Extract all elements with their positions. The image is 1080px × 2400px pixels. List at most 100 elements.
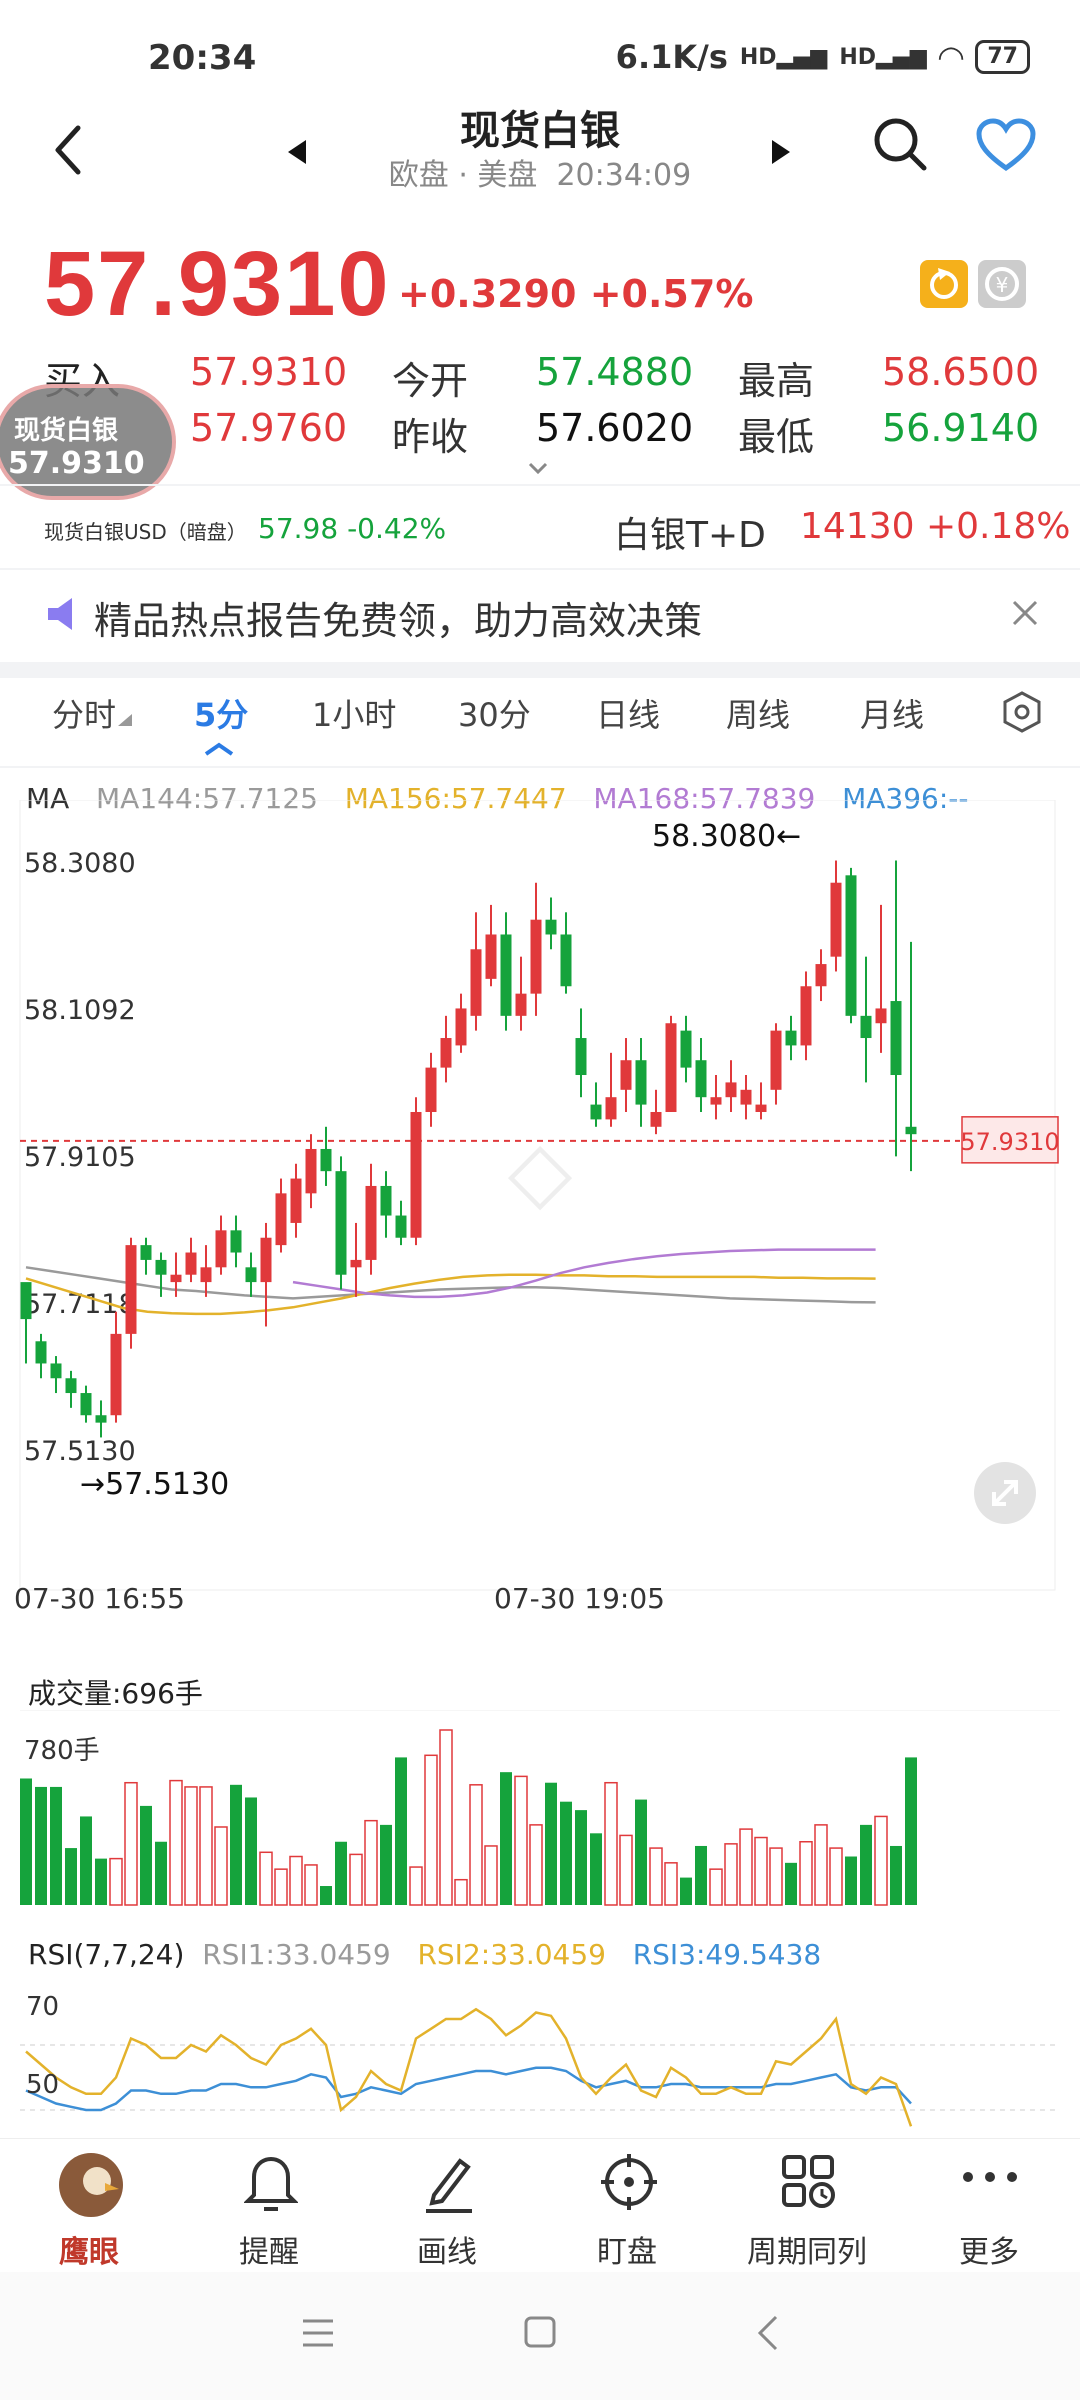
td-value: 14130 bbox=[800, 506, 915, 547]
volume-bar bbox=[124, 1781, 138, 1906]
volume-bar bbox=[140, 1805, 152, 1905]
candle-body bbox=[515, 993, 527, 1016]
volume-bar bbox=[454, 1878, 468, 1906]
ma-line-ma156 bbox=[25, 1273, 876, 1316]
td-label: 白银T+D bbox=[614, 515, 766, 556]
tab-30min[interactable]: 30分 bbox=[458, 690, 531, 736]
candle-body bbox=[470, 949, 482, 1016]
rsi-legend: RSI(7,7,24) RSI1:33.0459 RSI2:33.0459 RS… bbox=[28, 1938, 821, 1971]
rsi2-label: RSI2:33.0459 bbox=[417, 1938, 606, 1971]
y-tick-label: 58.1092 bbox=[24, 995, 136, 1026]
rsi-line-rsi2 bbox=[25, 2007, 913, 2127]
candle-body bbox=[845, 875, 857, 1016]
min-price-label: →57.5130 bbox=[80, 1467, 229, 1502]
nav-label: 更多 bbox=[959, 2235, 1019, 2270]
tab-5min[interactable]: 5分 bbox=[194, 690, 248, 736]
candlestick-chart[interactable]: ◇58.308058.109257.910557.711857.513057.9… bbox=[0, 800, 1080, 1630]
volume-bar bbox=[349, 1853, 363, 1906]
rsi3-label: RSI3:49.5438 bbox=[632, 1938, 822, 1971]
y-tick-label: 57.9105 bbox=[24, 1142, 136, 1173]
search-icon[interactable] bbox=[870, 114, 930, 174]
speaker-icon bbox=[48, 598, 72, 630]
candle-body bbox=[695, 1060, 707, 1098]
rsi-chart[interactable] bbox=[0, 1976, 1080, 2136]
volume-bar bbox=[155, 1841, 167, 1905]
change-value: +0.3290 bbox=[398, 272, 577, 316]
floating-name: 现货白银 bbox=[14, 416, 119, 446]
pen-icon bbox=[426, 2158, 472, 2213]
tab-intraday[interactable]: 分时 bbox=[52, 690, 116, 736]
fullscreen-icon[interactable] bbox=[974, 1462, 1036, 1524]
system-back-icon[interactable] bbox=[756, 2314, 780, 2352]
current-price: 57.9310 bbox=[44, 233, 391, 335]
candle-body bbox=[485, 934, 497, 979]
volume-bar bbox=[890, 1845, 902, 1905]
candle-body bbox=[860, 1015, 872, 1039]
volume-bar bbox=[289, 1855, 303, 1906]
menu-icon[interactable] bbox=[300, 2316, 336, 2350]
tab-weekly[interactable]: 周线 bbox=[726, 690, 790, 736]
volume-bar bbox=[785, 1862, 797, 1905]
tab-daily[interactable]: 日线 bbox=[596, 690, 660, 736]
promo-banner[interactable]: 精品热点报告免费领，助力高效决策 bbox=[0, 570, 1080, 662]
rsi-title: RSI(7,7,24) bbox=[28, 1938, 185, 1971]
volume-bar bbox=[199, 1786, 213, 1906]
close-icon[interactable] bbox=[1010, 598, 1040, 628]
volume-bar bbox=[245, 1797, 257, 1905]
volume-bar bbox=[80, 1816, 92, 1905]
volume-max-label: 780手 bbox=[24, 1736, 100, 1766]
candle-body bbox=[830, 882, 842, 957]
chart-settings-icon[interactable] bbox=[1000, 690, 1044, 734]
candle-body bbox=[545, 919, 557, 935]
candle-body bbox=[170, 1274, 182, 1283]
low-value: 56.9140 bbox=[882, 406, 1040, 450]
high-value: 58.6500 bbox=[882, 350, 1040, 394]
candle-body bbox=[125, 1245, 137, 1334]
tab-dropdown-icon bbox=[118, 714, 132, 726]
candle-body bbox=[35, 1341, 47, 1364]
candle-body bbox=[680, 1030, 692, 1068]
usd-dark-value: 57.98 bbox=[258, 512, 339, 545]
td-quote[interactable]: 14130 +0.18% bbox=[800, 506, 1071, 547]
volume-chart[interactable] bbox=[0, 1710, 1080, 1910]
expand-chevron-icon[interactable] bbox=[528, 462, 548, 476]
volume-bar bbox=[799, 1840, 813, 1906]
home-icon[interactable] bbox=[522, 2314, 558, 2350]
volume-bar bbox=[409, 1866, 423, 1906]
volume-bar bbox=[709, 1868, 723, 1906]
volume-bar bbox=[695, 1845, 707, 1905]
candle-body bbox=[395, 1215, 407, 1238]
floating-price-widget[interactable]: 现货白银 57.9310 bbox=[0, 384, 176, 500]
floating-price: 57.9310 bbox=[8, 446, 145, 481]
more-dots-icon bbox=[963, 2172, 1017, 2182]
volume-bar bbox=[364, 1819, 378, 1906]
open-value: 57.4880 bbox=[536, 350, 694, 394]
candle-body bbox=[410, 1111, 422, 1238]
tab-monthly[interactable]: 月线 bbox=[860, 690, 924, 736]
candle-body bbox=[815, 964, 827, 987]
volume-bar bbox=[754, 1836, 768, 1906]
candle-body bbox=[560, 934, 572, 987]
refresh-icon[interactable] bbox=[920, 260, 968, 308]
nav-label: 周期同列 bbox=[747, 2235, 867, 2270]
candle-body bbox=[245, 1267, 257, 1283]
volume-bar bbox=[484, 1845, 498, 1906]
usd-dark-pct: -0.42% bbox=[347, 512, 447, 545]
candle-body bbox=[335, 1171, 347, 1275]
grid-clock-icon bbox=[782, 2155, 835, 2208]
currency-switch-icon[interactable]: ¥ bbox=[978, 260, 1026, 308]
favorite-heart-icon[interactable] bbox=[976, 118, 1036, 172]
candle-body bbox=[755, 1104, 767, 1112]
volume-bar bbox=[20, 1778, 32, 1905]
target-icon bbox=[601, 2154, 657, 2210]
volume-bar bbox=[169, 1779, 183, 1906]
banner-text: 精品热点报告免费领，助力高效决策 bbox=[94, 599, 703, 643]
next-instrument-icon[interactable] bbox=[770, 138, 792, 166]
volume-bar bbox=[184, 1786, 198, 1906]
candle-body bbox=[800, 986, 812, 1046]
status-time: 20:34 bbox=[148, 38, 257, 78]
bottom-toolbar: 鹰眼 提醒 画线 盯盘 周期同列 更多 bbox=[0, 2138, 1080, 2270]
usd-dark-quote[interactable]: 57.98 -0.42% bbox=[258, 512, 446, 545]
tab-1hour[interactable]: 1小时 bbox=[312, 690, 396, 736]
volume-bar bbox=[529, 1824, 543, 1906]
